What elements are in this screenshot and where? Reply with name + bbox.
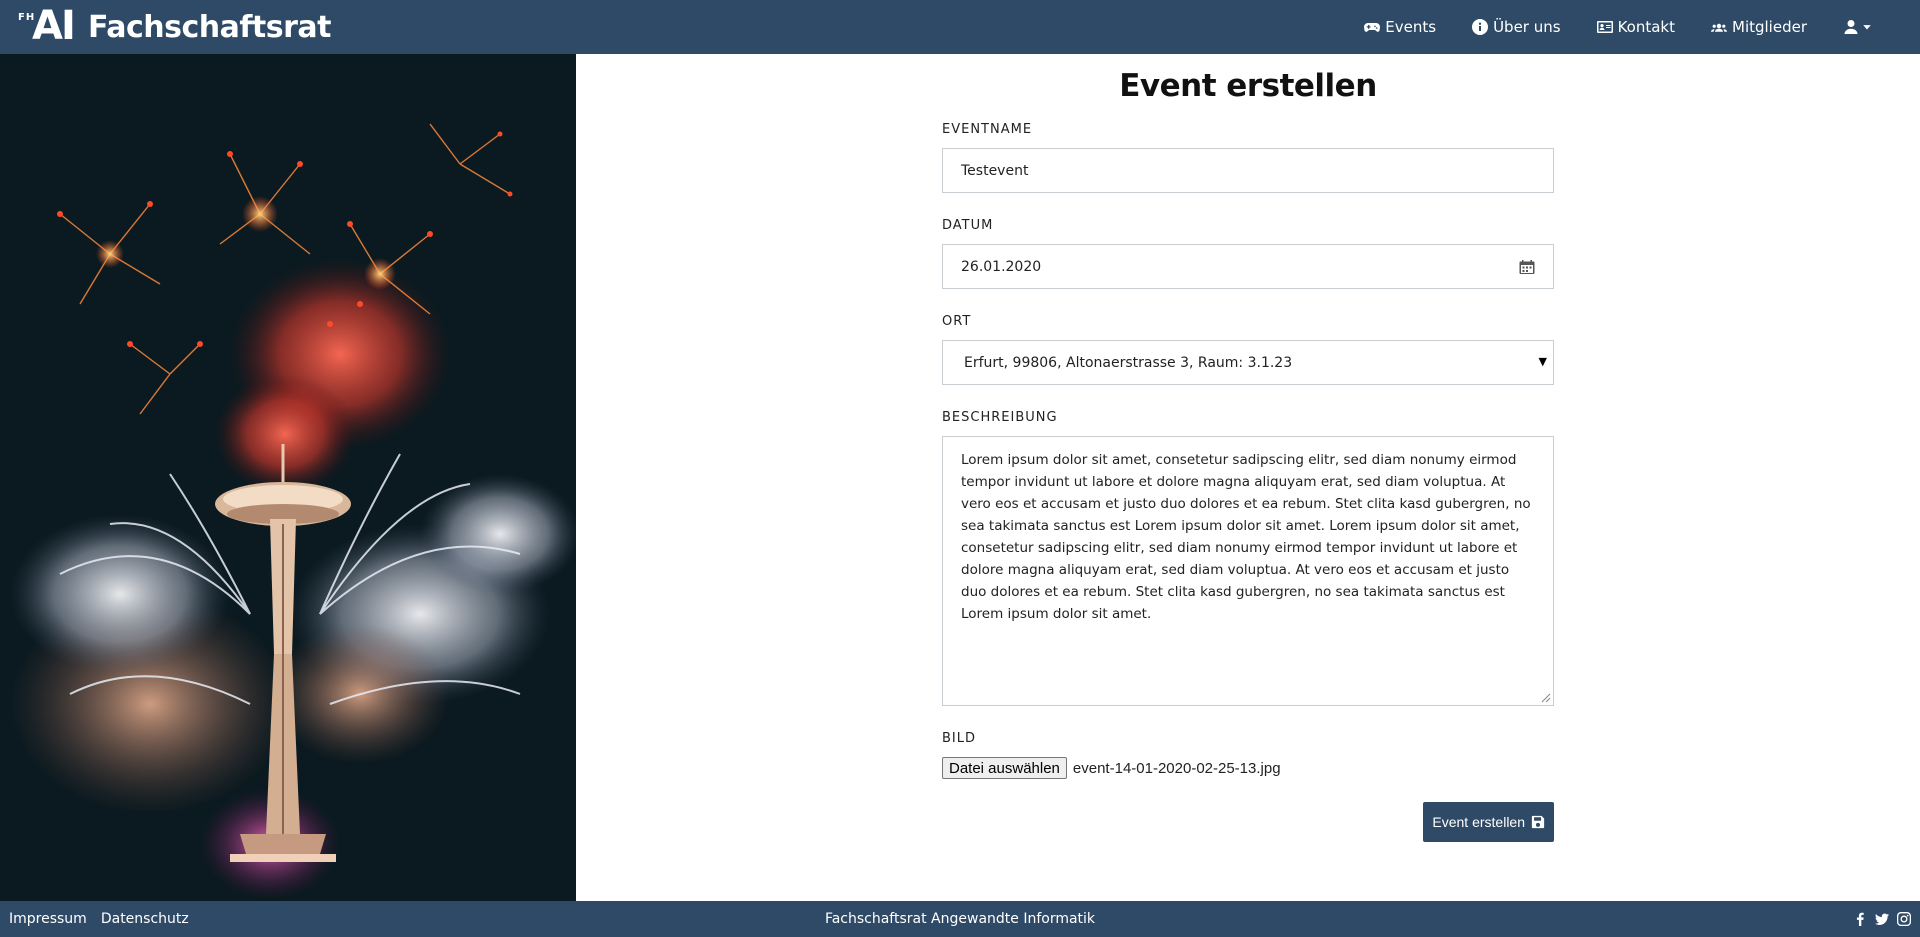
beschreibung-value: Lorem ipsum dolor sit amet, consetetur s… [961, 452, 1531, 622]
twitter-icon[interactable] [1875, 912, 1889, 926]
brand-link[interactable]: FH AI Fachschaftsrat [18, 3, 332, 49]
eventname-value: Testevent [961, 162, 1029, 179]
nav-item-kontakt-label: Kontakt [1617, 18, 1675, 36]
footer-link-datenschutz[interactable]: Datenschutz [101, 911, 189, 927]
field-eventname: EVENTNAME Testevent [942, 122, 1554, 193]
address-card-icon [1596, 21, 1613, 33]
page-title: Event erstellen [1119, 68, 1377, 104]
save-icon [1531, 815, 1545, 829]
create-event-button-label: Event erstellen [1432, 814, 1525, 830]
nav-item-events-label: Events [1385, 18, 1437, 36]
ort-selected-value: Erfurt, 99806, Altonaerstrasse 3, Raum: … [964, 354, 1293, 371]
eventname-input[interactable]: Testevent [942, 148, 1554, 193]
calendar-icon[interactable] [1519, 259, 1535, 275]
footer-links: Impressum Datenschutz [9, 911, 189, 927]
hero-image-fireworks [0, 54, 576, 901]
footer-link-impressum[interactable]: Impressum [9, 911, 87, 927]
submit-row: Event erstellen [942, 802, 1554, 842]
nav-item-ueber-uns[interactable]: Über uns [1472, 18, 1561, 36]
beschreibung-textarea[interactable]: Lorem ipsum dolor sit amet, consetetur s… [942, 436, 1554, 706]
field-beschreibung: BESCHREIBUNG Lorem ipsum dolor sit amet,… [942, 410, 1554, 706]
nav-item-events[interactable]: Events [1364, 18, 1436, 36]
footer: Impressum Datenschutz Fachschaftsrat Ang… [0, 901, 1920, 937]
gamepad-icon [1364, 23, 1381, 32]
nav-item-mitglieder-label: Mitglieder [1732, 18, 1807, 36]
main-content: Event erstellen EVENTNAME Testevent DATU… [576, 54, 1920, 901]
info-circle-icon [1472, 19, 1489, 35]
field-datum: DATUM 26.01.2020 [942, 218, 1554, 289]
facebook-icon[interactable] [1853, 912, 1867, 926]
datum-label: DATUM [942, 218, 994, 233]
datum-input[interactable]: 26.01.2020 [942, 244, 1554, 289]
field-ort: ORT Erfurt, 99806, Altonaerstrasse 3, Ra… [942, 314, 1554, 385]
resize-handle-icon[interactable] [1541, 693, 1551, 703]
footer-center-text: Fachschaftsrat Angewandte Informatik [824, 911, 1096, 927]
footer-social [1853, 912, 1911, 926]
bild-label: BILD [942, 731, 977, 746]
nav-item-kontakt[interactable]: Kontakt [1596, 18, 1675, 36]
brand-logo: FH AI [18, 3, 76, 49]
choose-file-button[interactable]: Datei auswählen [942, 757, 1067, 779]
users-icon [1711, 23, 1727, 32]
create-event-button[interactable]: Event erstellen [1423, 802, 1554, 842]
nav-menu: Events Über uns Kontakt Mitglieder [1364, 18, 1872, 36]
brand-logo-big-text: AI [32, 3, 76, 49]
chevron-down-icon: ▼ [1538, 355, 1547, 368]
brand-name: Fachschaftsrat [88, 9, 332, 45]
datum-value: 26.01.2020 [961, 258, 1042, 275]
caret-down-icon [1863, 25, 1871, 30]
user-menu-toggle[interactable] [1843, 19, 1872, 35]
ort-label: ORT [942, 314, 972, 329]
selected-file-name: event-14-01-2020-02-25-13.jpg [1072, 759, 1281, 777]
nav-item-ueber-uns-label: Über uns [1493, 18, 1561, 36]
beschreibung-label: BESCHREIBUNG [942, 410, 1058, 425]
nav-item-mitglieder[interactable]: Mitglieder [1711, 18, 1807, 36]
brand-logo-small-text: FH [18, 12, 36, 23]
user-icon [1844, 20, 1858, 34]
file-input: Datei auswählen event-14-01-2020-02-25-1… [942, 757, 1554, 779]
footer-center: Fachschaftsrat Angewandte Informatik [0, 911, 1920, 927]
instagram-icon[interactable] [1897, 912, 1911, 926]
event-form: EVENTNAME Testevent DATUM 26.01.2020 ORT… [942, 122, 1554, 804]
eventname-label: EVENTNAME [942, 122, 1033, 137]
fireworks-image [0, 54, 576, 901]
field-bild: BILD Datei auswählen event-14-01-2020-02… [942, 731, 1554, 779]
top-navbar: FH AI Fachschaftsrat Events Über uns Kon… [0, 0, 1920, 54]
ort-select[interactable]: Erfurt, 99806, Altonaerstrasse 3, Raum: … [942, 340, 1554, 385]
